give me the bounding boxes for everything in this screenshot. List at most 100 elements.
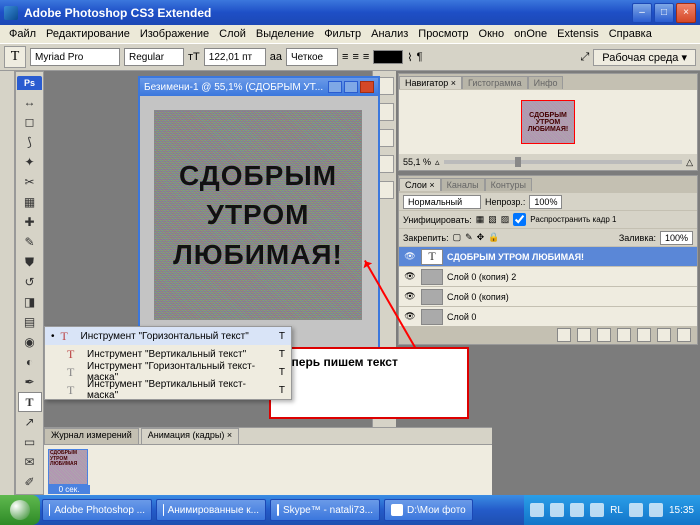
tab-measurement-log[interactable]: Журнал измерений xyxy=(44,428,139,444)
clock[interactable]: 15:35 xyxy=(669,505,694,516)
history-brush-icon[interactable]: ↺ xyxy=(18,272,42,292)
layer-mask-icon[interactable] xyxy=(597,328,611,342)
lock-icon[interactable]: ▢ xyxy=(453,232,462,243)
antialias-select[interactable]: Четкое xyxy=(286,48,338,66)
new-layer-icon[interactable] xyxy=(657,328,671,342)
tray-icon[interactable] xyxy=(570,503,584,517)
tab-layers[interactable]: Слои × xyxy=(399,178,441,191)
gradient-tool-icon[interactable]: ▤ xyxy=(18,312,42,332)
document-canvas[interactable]: СДОБРЫМ УТРОМ ЛЮБИМАЯ! xyxy=(154,110,362,320)
lock-icon[interactable]: ✥ xyxy=(477,232,485,243)
taskbar-item[interactable]: D:\Мои фото xyxy=(384,499,473,521)
layer-row[interactable]: 👁 Слой 0 (копия) xyxy=(399,286,697,306)
align-right-icon[interactable]: ≡ xyxy=(363,51,369,63)
character-panel-icon[interactable]: ¶ xyxy=(417,51,423,63)
tray-icon[interactable] xyxy=(530,503,544,517)
crop-tool-icon[interactable]: ✂ xyxy=(18,172,42,192)
maximize-button[interactable]: □ xyxy=(654,3,674,23)
doc-close-icon[interactable] xyxy=(360,81,374,93)
flyout-item-horizontal-type[interactable]: • T Инструмент "Горизонтальный текст" T xyxy=(45,327,291,345)
visibility-icon[interactable]: 👁 xyxy=(403,291,417,302)
frame-time[interactable]: 0 сек. xyxy=(48,485,90,494)
tray-icon[interactable] xyxy=(550,503,564,517)
align-left-icon[interactable]: ≡ xyxy=(342,51,348,63)
tab-channels[interactable]: Каналы xyxy=(441,178,485,191)
move-tool-icon[interactable]: ↔ xyxy=(18,92,42,112)
tray-icon[interactable] xyxy=(629,503,643,517)
font-family-select[interactable]: Myriad Pro xyxy=(30,48,120,66)
close-button[interactable]: × xyxy=(676,3,696,23)
toolbox-header[interactable]: Ps xyxy=(17,76,42,90)
doc-maximize-icon[interactable] xyxy=(344,81,358,93)
start-button[interactable] xyxy=(0,495,40,525)
visibility-icon[interactable]: 👁 xyxy=(403,311,417,322)
menu-edit[interactable]: Редактирование xyxy=(41,28,135,40)
stamp-tool-icon[interactable]: ⛊ xyxy=(18,252,42,272)
layer-row[interactable]: 👁 Слой 0 xyxy=(399,306,697,326)
propagate-checkbox[interactable] xyxy=(513,213,526,226)
tab-info[interactable]: Инфо xyxy=(528,76,564,89)
menu-help[interactable]: Справка xyxy=(604,28,657,40)
notes-tool-icon[interactable]: ✉ xyxy=(18,452,42,472)
opacity-field[interactable]: 100% xyxy=(529,195,562,209)
menu-filter[interactable]: Фильтр xyxy=(319,28,366,40)
type-tool-icon[interactable]: T xyxy=(18,392,42,412)
flyout-item-vertical-mask[interactable]: T Инструмент "Вертикальный текст-маска" … xyxy=(45,381,291,399)
unify-icon[interactable]: ▧ xyxy=(488,214,497,225)
shape-tool-icon[interactable]: ▭ xyxy=(18,432,42,452)
healing-tool-icon[interactable]: ✚ xyxy=(18,212,42,232)
blur-tool-icon[interactable]: ◉ xyxy=(18,332,42,352)
tab-histogram[interactable]: Гистограмма xyxy=(462,76,528,89)
menu-onone[interactable]: onOne xyxy=(509,28,552,40)
pen-tool-icon[interactable]: ✒ xyxy=(18,372,42,392)
zoom-out-icon[interactable]: ▵ xyxy=(435,157,440,168)
zoom-slider[interactable] xyxy=(444,160,683,164)
path-tool-icon[interactable]: ↗ xyxy=(18,412,42,432)
new-group-icon[interactable] xyxy=(637,328,651,342)
blend-mode-select[interactable]: Нормальный xyxy=(403,195,481,209)
taskbar-item[interactable]: Анимированные к... xyxy=(156,499,266,521)
zoom-value[interactable]: 55,1 % xyxy=(403,157,431,167)
tab-navigator[interactable]: Навигатор × xyxy=(399,76,462,89)
warp-text-icon[interactable]: ⌇ xyxy=(407,51,412,64)
eyedropper-tool-icon[interactable]: ✐ xyxy=(18,472,42,492)
font-style-select[interactable]: Regular xyxy=(124,48,184,66)
menu-extensis[interactable]: Extensis xyxy=(552,28,604,40)
menu-view[interactable]: Просмотр xyxy=(413,28,473,40)
animation-frame[interactable]: СДОБРЫМ УТРОМ ЛЮБИМАЯ 0 сек. xyxy=(48,449,90,494)
expand-icon[interactable]: ⤢ xyxy=(580,51,589,64)
lock-icon[interactable]: ✎ xyxy=(465,232,473,243)
tool-preset-icon[interactable]: T xyxy=(4,46,26,68)
slice-tool-icon[interactable]: ▦ xyxy=(18,192,42,212)
menu-file[interactable]: Файл xyxy=(4,28,41,40)
minimize-button[interactable]: – xyxy=(632,3,652,23)
tab-paths[interactable]: Контуры xyxy=(485,178,532,191)
zoom-in-icon[interactable]: △ xyxy=(686,157,693,168)
menu-image[interactable]: Изображение xyxy=(135,28,214,40)
visibility-icon[interactable]: 👁 xyxy=(403,271,417,282)
taskbar-item[interactable]: Skype™ - natali73... xyxy=(270,499,380,521)
marquee-tool-icon[interactable]: ◻ xyxy=(18,112,42,132)
eraser-tool-icon[interactable]: ◨ xyxy=(18,292,42,312)
dodge-tool-icon[interactable]: ◐ xyxy=(18,352,42,372)
delete-layer-icon[interactable] xyxy=(677,328,691,342)
font-size-field[interactable]: 122,01 пт xyxy=(204,48,266,66)
layer-row[interactable]: 👁 T СДОБРЫМ УТРОМ ЛЮБИМАЯ! xyxy=(399,246,697,266)
align-center-icon[interactable]: ≡ xyxy=(352,51,358,63)
visibility-icon[interactable]: 👁 xyxy=(403,251,417,262)
text-color-swatch[interactable] xyxy=(373,50,403,64)
menu-window[interactable]: Окно xyxy=(474,28,510,40)
tray-icon[interactable] xyxy=(649,503,663,517)
brush-tool-icon[interactable]: ✎ xyxy=(18,232,42,252)
link-layers-icon[interactable] xyxy=(557,328,571,342)
document-window[interactable]: Безимени-1 @ 55,1% (СДОБРЫМ УТ... СДОБРЫ… xyxy=(139,77,379,349)
menu-layer[interactable]: Слой xyxy=(214,28,251,40)
unify-icon[interactable]: ▦ xyxy=(476,214,485,225)
tray-icon[interactable] xyxy=(590,503,604,517)
adjustment-layer-icon[interactable] xyxy=(617,328,631,342)
lock-icon[interactable]: 🔒 xyxy=(488,232,499,243)
menu-analysis[interactable]: Анализ xyxy=(366,28,413,40)
navigator-thumbnail[interactable]: СДОБРЫМ УТРОМ ЛЮБИМАЯ! xyxy=(521,100,575,144)
wand-tool-icon[interactable]: ✦ xyxy=(18,152,42,172)
unify-icon[interactable]: ▨ xyxy=(501,214,510,225)
